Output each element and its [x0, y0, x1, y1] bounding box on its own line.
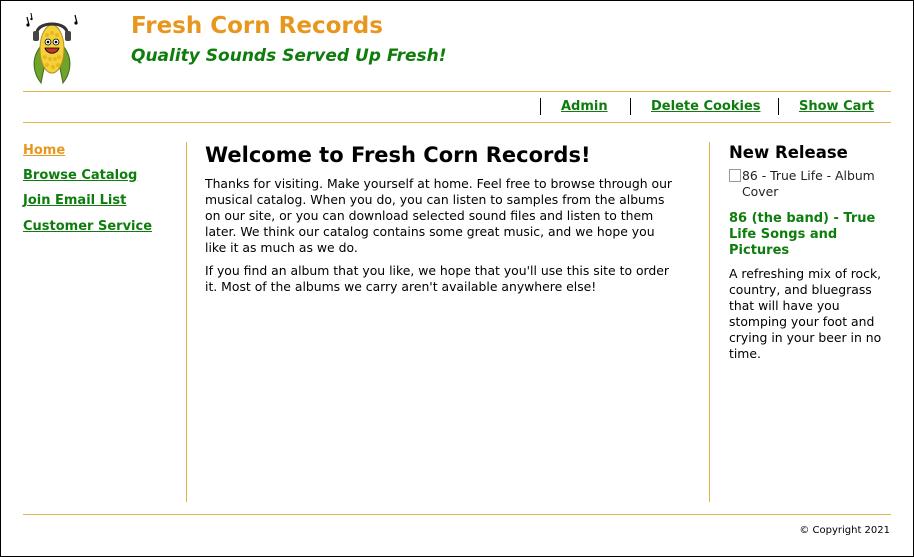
left-column-divider — [186, 142, 187, 502]
welcome-paragraph: Thanks for visiting. Make yourself at ho… — [205, 176, 673, 255]
admin-link[interactable]: Admin — [561, 99, 608, 114]
page-heading: Welcome to Fresh Corn Records! — [205, 143, 591, 167]
copyright-text: © Copyright 2021 — [799, 525, 890, 536]
right-column-divider — [709, 142, 710, 502]
nav-divider — [23, 122, 891, 123]
show-cart-link[interactable]: Show Cart — [799, 99, 874, 114]
main-content: Welcome to Fresh Corn Records! Thanks fo… — [205, 143, 675, 295]
nav-browse-catalog-link[interactable]: Browse Catalog — [23, 168, 137, 183]
album-cover-image[interactable]: 86 - True Life - Album Cover — [729, 168, 894, 200]
site-title: Fresh Corn Records — [131, 13, 383, 39]
nav-join-email-list-link[interactable]: Join Email List — [23, 193, 126, 208]
nav-home-link[interactable]: Home — [23, 143, 65, 158]
order-paragraph: If you find an album that you like, we h… — [205, 263, 670, 294]
corn-mascot-icon — [26, 13, 78, 85]
broken-image-icon — [729, 169, 741, 182]
nav-customer-service-link[interactable]: Customer Service — [23, 219, 152, 234]
nav-separator — [778, 98, 779, 115]
footer-divider — [23, 514, 891, 515]
album-cover-alt-text: 86 - True Life - Album Cover — [742, 168, 875, 199]
nav-separator — [630, 98, 631, 115]
album-title-link[interactable]: 86 (the band) - True Life Songs and Pict… — [729, 211, 894, 259]
site-tagline: Quality Sounds Served Up Fresh! — [131, 46, 447, 66]
new-release-sidebar: New Release 86 - True Life - Album Cover… — [729, 143, 894, 362]
new-release-heading: New Release — [729, 143, 848, 162]
nav-separator — [540, 98, 541, 115]
album-description: A refreshing mix of rock, country, and b… — [729, 266, 882, 361]
header-divider — [23, 91, 891, 92]
delete-cookies-link[interactable]: Delete Cookies — [651, 99, 761, 114]
